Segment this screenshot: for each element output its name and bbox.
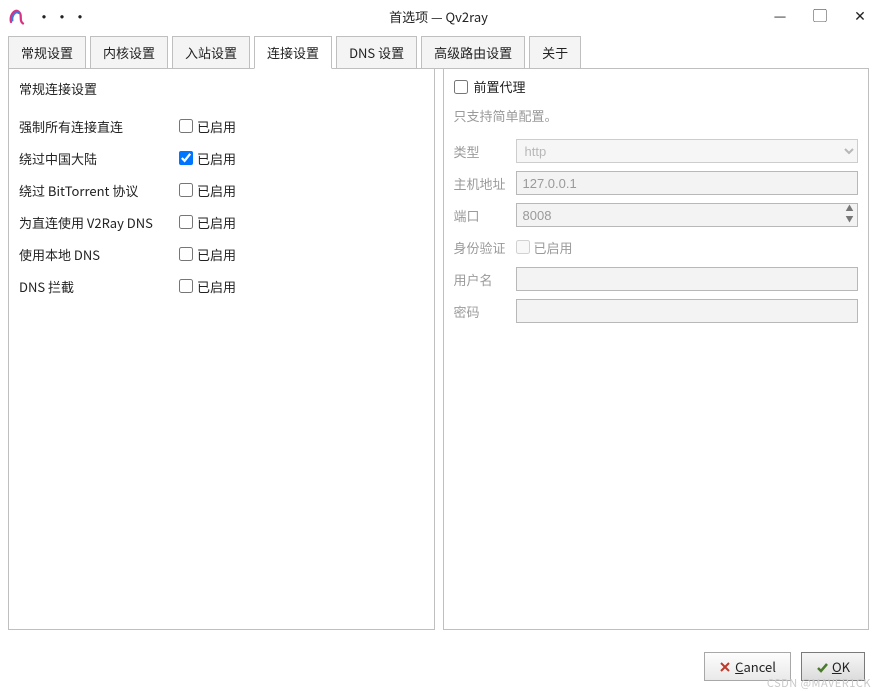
enabled-text: 已启用 — [197, 181, 236, 200]
proxy-port-input[interactable] — [516, 203, 843, 227]
tab-general[interactable]: 常规设置 — [8, 36, 86, 69]
tab-inbound[interactable]: 入站设置 — [172, 36, 250, 69]
opt-bypass-cn-label: 绕过中国大陆 — [19, 149, 179, 168]
proxy-type-label: 类型 — [454, 142, 516, 161]
title-bar: ••• 首选项 — Qv2ray — ▢ ✕ — [0, 0, 877, 32]
cancel-button[interactable]: Cancel — [704, 652, 791, 681]
tab-connection[interactable]: 连接设置 — [254, 36, 332, 69]
proxy-auth-checkbox[interactable] — [516, 240, 530, 254]
app-logo-icon — [8, 7, 26, 25]
opt-bypass-cn-checkbox[interactable] — [179, 151, 193, 165]
opt-local-dns-label: 使用本地 DNS — [19, 245, 179, 264]
opt-v2ray-dns-checkbox[interactable] — [179, 215, 193, 229]
forward-proxy-label: 前置代理 — [474, 77, 526, 96]
proxy-pass-input[interactable] — [516, 299, 859, 323]
menu-dots[interactable]: ••• — [36, 4, 90, 28]
proxy-auth-label: 身份验证 — [454, 238, 516, 257]
enabled-text: 已启用 — [197, 213, 236, 232]
window-title: 首选项 — Qv2ray — [0, 7, 877, 26]
opt-bypass-bt-label: 绕过 BitTorrent 协议 — [19, 181, 179, 200]
forward-proxy-checkbox[interactable] — [454, 80, 468, 94]
forward-proxy-note: 只支持简单配置。 — [454, 106, 859, 125]
opt-force-direct-label: 强制所有连接直连 — [19, 117, 179, 136]
forward-proxy-panel: 前置代理 只支持简单配置。 类型 http 主机地址 端口 ▲▼ 身份验证 已启… — [443, 69, 870, 630]
tab-bar: 常规设置 内核设置 入站设置 连接设置 DNS 设置 高级路由设置 关于 — [0, 32, 877, 69]
left-section-title: 常规连接设置 — [19, 79, 424, 98]
proxy-port-label: 端口 — [454, 206, 516, 225]
maximize-button[interactable]: ▢ — [811, 6, 829, 26]
opt-v2ray-dns-label: 为直连使用 V2Ray DNS — [19, 213, 179, 232]
proxy-host-input[interactable] — [516, 171, 859, 195]
proxy-type-select[interactable]: http — [516, 139, 859, 163]
enabled-text: 已启用 — [197, 149, 236, 168]
opt-bypass-bt-checkbox[interactable] — [179, 183, 193, 197]
proxy-user-input[interactable] — [516, 267, 859, 291]
minimize-button[interactable]: — — [771, 6, 789, 26]
opt-force-direct-checkbox[interactable] — [179, 119, 193, 133]
tab-kernel[interactable]: 内核设置 — [90, 36, 168, 69]
enabled-text: 已启用 — [197, 245, 236, 264]
opt-local-dns-checkbox[interactable] — [179, 247, 193, 261]
enabled-text: 已启用 — [197, 277, 236, 296]
proxy-auth-text: 已启用 — [534, 238, 573, 257]
ok-icon — [816, 661, 828, 673]
port-spinner[interactable]: ▲▼ — [842, 203, 858, 227]
tab-about[interactable]: 关于 — [529, 36, 581, 69]
close-button[interactable]: ✕ — [851, 6, 869, 26]
opt-dns-intercept-checkbox[interactable] — [179, 279, 193, 293]
general-connection-panel: 常规连接设置 强制所有连接直连 已启用 绕过中国大陆 已启用 绕过 BitTor… — [8, 69, 435, 630]
tab-dns[interactable]: DNS 设置 — [336, 36, 417, 69]
opt-dns-intercept-label: DNS 拦截 — [19, 277, 179, 296]
tab-routing[interactable]: 高级路由设置 — [421, 36, 525, 69]
enabled-text: 已启用 — [197, 117, 236, 136]
ok-button[interactable]: OK — [801, 652, 865, 681]
proxy-host-label: 主机地址 — [454, 174, 516, 193]
proxy-pass-label: 密码 — [454, 302, 516, 321]
proxy-user-label: 用户名 — [454, 270, 516, 289]
cancel-icon — [719, 661, 731, 673]
